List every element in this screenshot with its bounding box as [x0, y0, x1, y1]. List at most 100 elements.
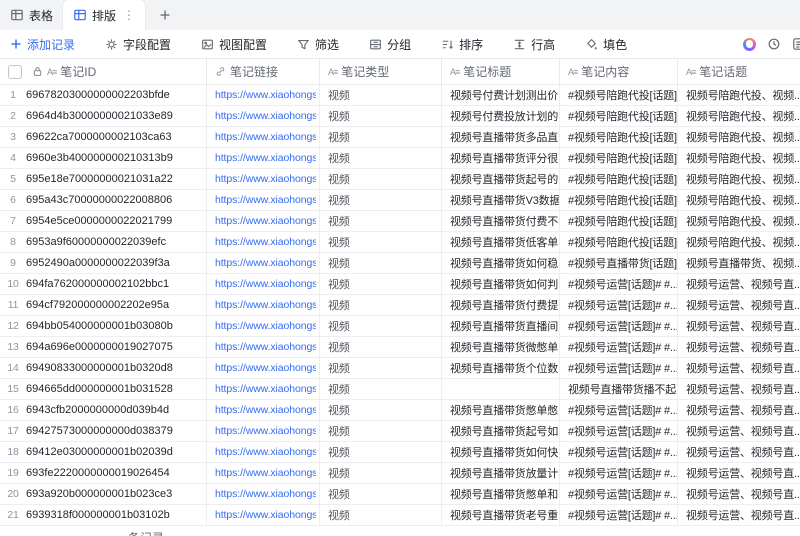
tab-table[interactable]: 表格 — [0, 0, 63, 30]
note-type-cell[interactable]: 视频 — [320, 505, 442, 525]
column-header-note-link[interactable]: 笔记链接 — [207, 59, 320, 84]
note-id-cell[interactable]: 13 694a696e0000000019027075 — [0, 337, 207, 357]
note-type-cell[interactable]: 视频 — [320, 463, 442, 483]
note-type-cell[interactable]: 视频 — [320, 295, 442, 315]
note-link-cell[interactable]: https://www.xiaohongs... — [207, 169, 320, 189]
note-link-cell[interactable]: https://www.xiaohongs... — [207, 400, 320, 420]
note-title-cell[interactable] — [442, 379, 560, 399]
note-link-value[interactable]: https://www.xiaohongs... — [215, 467, 316, 479]
note-id-cell[interactable]: 20 693a920b000000001b023ce3 — [0, 484, 207, 504]
note-content-cell[interactable]: #视频号陪跑代投[话题]... — [560, 127, 678, 147]
note-link-cell[interactable]: https://www.xiaohongs... — [207, 484, 320, 504]
note-content-cell[interactable]: #视频号直播带货[话题]... — [560, 253, 678, 273]
note-title-cell[interactable]: 视频号直播带货如何快... — [442, 442, 560, 462]
row-height-button[interactable]: 行高 — [513, 36, 555, 53]
note-topic-cell[interactable]: 视频号运营、视频号直... — [678, 337, 800, 357]
note-content-cell[interactable]: #视频号运营[话题]# #... — [560, 505, 678, 525]
note-link-cell[interactable]: https://www.xiaohongs... — [207, 295, 320, 315]
note-topic-cell[interactable]: 视频号陪跑代投、视频... — [678, 211, 800, 231]
ai-assistant-icon[interactable] — [743, 37, 756, 51]
note-link-cell[interactable]: https://www.xiaohongs... — [207, 337, 320, 357]
note-title-cell[interactable]: 视频号直播带货付费提... — [442, 295, 560, 315]
note-link-value[interactable]: https://www.xiaohongs... — [215, 425, 316, 437]
note-id-cell[interactable]: 17 69427573000000000d038379 — [0, 421, 207, 441]
note-id-cell[interactable]: 4 6960e3b400000000210313b9 — [0, 148, 207, 168]
column-header-note-type[interactable]: 笔记类型 — [320, 59, 442, 84]
note-type-cell[interactable]: 视频 — [320, 190, 442, 210]
note-link-cell[interactable]: https://www.xiaohongs... — [207, 148, 320, 168]
note-type-cell[interactable]: 视频 — [320, 337, 442, 357]
note-title-cell[interactable]: 视频号直播带货个位数... — [442, 358, 560, 378]
note-content-cell[interactable]: #视频号陪跑代投[话题]... — [560, 85, 678, 105]
note-content-cell[interactable]: #视频号运营[话题]# #... — [560, 484, 678, 504]
note-title-cell[interactable]: 视频号直播带货付费不... — [442, 211, 560, 231]
tab-menu-icon[interactable] — [123, 8, 135, 22]
note-topic-cell[interactable]: 视频号运营、视频号直... — [678, 421, 800, 441]
note-title-cell[interactable]: 视频号直播带货多品直... — [442, 127, 560, 147]
note-link-cell[interactable]: https://www.xiaohongs... — [207, 232, 320, 252]
note-id-cell[interactable]: 11 694cf792000000002202e95a — [0, 295, 207, 315]
note-title-cell[interactable]: 视频号直播带货老号重... — [442, 505, 560, 525]
note-topic-cell[interactable]: 视频号运营、视频号直... — [678, 379, 800, 399]
note-id-cell[interactable]: 21 6939318f000000001b03102b — [0, 505, 207, 525]
note-topic-cell[interactable]: 视频号陪跑代投、视频... — [678, 106, 800, 126]
note-id-cell[interactable]: 2 6964d4b30000000021033e89 — [0, 106, 207, 126]
note-topic-cell[interactable]: 视频号陪跑代投、视频... — [678, 169, 800, 189]
note-link-cell[interactable]: https://www.xiaohongs... — [207, 211, 320, 231]
note-topic-cell[interactable]: 视频号运营、视频号直... — [678, 463, 800, 483]
note-link-cell[interactable]: https://www.xiaohongs... — [207, 316, 320, 336]
note-link-value[interactable]: https://www.xiaohongs... — [215, 446, 316, 458]
note-topic-cell[interactable]: 视频号直播带货、视频... — [678, 253, 800, 273]
note-id-cell[interactable]: 3 69622ca7000000002103ca63 — [0, 127, 207, 147]
add-sheet-button[interactable] — [145, 0, 185, 30]
note-content-cell[interactable]: #视频号运营[话题]# #... — [560, 358, 678, 378]
note-content-cell[interactable]: 视频号直播带货播不起... — [560, 379, 678, 399]
add-record-button[interactable]: 添加记录 — [10, 36, 75, 53]
note-topic-cell[interactable]: 视频号运营、视频号直... — [678, 442, 800, 462]
note-id-cell[interactable]: 9 6952490a0000000022039f3a — [0, 253, 207, 273]
note-topic-cell[interactable]: 视频号运营、视频号直... — [678, 274, 800, 294]
note-type-cell[interactable]: 视频 — [320, 421, 442, 441]
note-link-value[interactable]: https://www.xiaohongs... — [215, 131, 316, 143]
note-link-value[interactable]: https://www.xiaohongs... — [215, 509, 316, 521]
note-link-value[interactable]: https://www.xiaohongs... — [215, 488, 316, 500]
note-type-cell[interactable]: 视频 — [320, 274, 442, 294]
note-title-cell[interactable]: 视频号直播带货评分很... — [442, 148, 560, 168]
sort-button[interactable]: 排序 — [441, 36, 483, 53]
note-title-cell[interactable]: 视频号直播带货起号的... — [442, 169, 560, 189]
note-content-cell[interactable]: #视频号运营[话题]# #... — [560, 421, 678, 441]
select-all-checkbox[interactable] — [8, 64, 22, 79]
note-title-cell[interactable]: 视频号直播带货憋单和... — [442, 484, 560, 504]
field-config-button[interactable]: 字段配置 — [105, 36, 171, 53]
note-topic-cell[interactable]: 视频号运营、视频号直... — [678, 358, 800, 378]
note-type-cell[interactable]: 视频 — [320, 358, 442, 378]
note-title-cell[interactable]: 视频号直播带货放量计... — [442, 463, 560, 483]
note-link-value[interactable]: https://www.xiaohongs... — [215, 194, 316, 206]
group-button[interactable]: 分组 — [369, 36, 411, 53]
note-topic-cell[interactable]: 视频号陪跑代投、视频... — [678, 232, 800, 252]
note-link-value[interactable]: https://www.xiaohongs... — [215, 89, 316, 101]
note-id-cell[interactable]: 15 694665dd000000001b031528 — [0, 379, 207, 399]
note-content-cell[interactable]: #视频号运营[话题]# #... — [560, 337, 678, 357]
tab-layout[interactable]: 排版 — [63, 0, 146, 30]
note-id-cell[interactable]: 6 695a43c70000000022008806 — [0, 190, 207, 210]
note-type-cell[interactable]: 视频 — [320, 400, 442, 420]
note-content-cell[interactable]: #视频号运营[话题]# #... — [560, 295, 678, 315]
note-id-cell[interactable]: 10 694fa762000000002102bbc1 — [0, 274, 207, 294]
note-type-cell[interactable]: 视频 — [320, 379, 442, 399]
column-header-note-content[interactable]: 笔记内容 — [560, 59, 678, 84]
note-type-cell[interactable]: 视频 — [320, 442, 442, 462]
note-topic-cell[interactable]: 视频号运营、视频号直... — [678, 484, 800, 504]
note-link-cell[interactable]: https://www.xiaohongs... — [207, 253, 320, 273]
note-link-value[interactable]: https://www.xiaohongs... — [215, 362, 316, 374]
note-link-cell[interactable]: https://www.xiaohongs... — [207, 463, 320, 483]
note-link-cell[interactable]: https://www.xiaohongs... — [207, 505, 320, 525]
note-link-cell[interactable]: https://www.xiaohongs... — [207, 190, 320, 210]
note-content-cell[interactable]: #视频号运营[话题]# #... — [560, 400, 678, 420]
note-title-cell[interactable]: 视频号直播带货起号如... — [442, 421, 560, 441]
note-id-cell[interactable]: 7 6954e5ce0000000022021799 — [0, 211, 207, 231]
note-type-cell[interactable]: 视频 — [320, 169, 442, 189]
note-content-cell[interactable]: #视频号运营[话题]# #... — [560, 463, 678, 483]
note-topic-cell[interactable]: 视频号运营、视频号直... — [678, 505, 800, 525]
history-clock-icon[interactable] — [767, 37, 781, 51]
